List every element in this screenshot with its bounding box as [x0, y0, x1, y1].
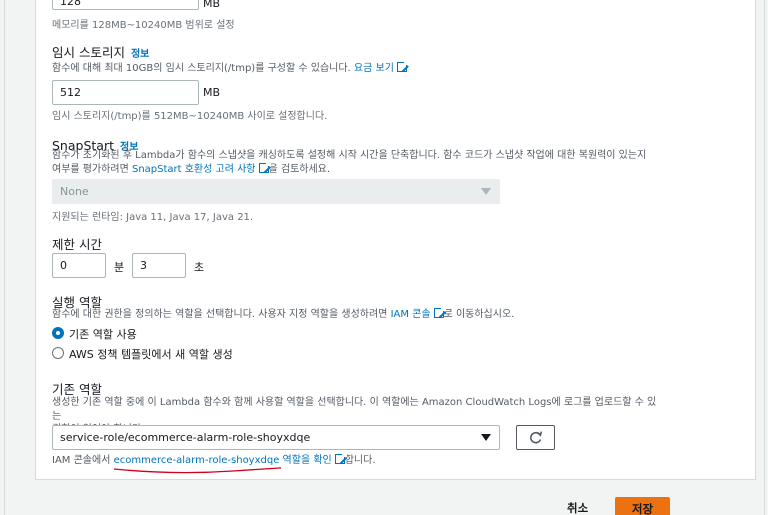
snapstart-hint: 지원되는 런타임: Java 11, Java 17, Java 21.: [52, 212, 254, 223]
cancel-button[interactable]: 취소: [567, 500, 588, 515]
memory-value: 128: [60, 0, 81, 8]
memory-input[interactable]: 128: [52, 0, 199, 10]
refresh-icon: [530, 431, 543, 444]
snapstart-desc: 함수가 초기화된 후 Lambda가 함수의 스냅샷을 캐싱하도록 설정해 시작…: [52, 149, 652, 176]
radio-existing-role[interactable]: [52, 327, 64, 339]
pricing-link[interactable]: 요금 보기: [353, 60, 409, 74]
snapstart-compat-link[interactable]: SnapStart 호환성 고려 사항: [131, 160, 271, 175]
timeout-minutes-unit: 분: [114, 261, 125, 274]
iam-console-link[interactable]: IAM 콘솔: [390, 306, 446, 320]
chevron-down-icon: [481, 434, 491, 441]
snapstart-select: None: [52, 179, 500, 204]
ephemeral-unit: MB: [203, 86, 221, 99]
existing-role-desc-line1: 생성한 기존 역할 중에 이 Lambda 함수와 함께 사용할 역할을 선택합…: [52, 397, 657, 422]
ephemeral-storage-input[interactable]: 512: [52, 80, 199, 105]
external-link-icon: [334, 452, 347, 464]
red-annotation-underline: [113, 467, 281, 474]
exec-role-desc: 함수에 대한 권한을 정의하는 역할을 선택합니다. 사용자 지정 역할을 생성…: [52, 306, 515, 322]
snapstart-compat-link-label: SnapStart 호환성 고려 사항: [131, 163, 256, 175]
ephemeral-storage-header: 임시 스토리지 정보: [52, 42, 149, 61]
ephemeral-desc-text: 함수에 대해 최대 10GB의 임시 스토리지(/tmp)를 구성할 수 있습니…: [52, 63, 351, 74]
view-role-link[interactable]: ecommerce-alarm-role-shoyxdqe 역할을 확인: [113, 452, 347, 466]
timeout-seconds-unit: 초: [194, 261, 205, 274]
snapstart-desc-suffix: 을 검토하세요.: [268, 163, 331, 175]
timeout-label: 제한 시간: [52, 237, 102, 252]
timeout-seconds-value: 3: [140, 259, 147, 272]
ephemeral-storage-label: 임시 스토리지: [52, 45, 125, 60]
timeout-seconds-input[interactable]: 3: [132, 253, 186, 278]
view-role-link-label: ecommerce-alarm-role-shoyxdqe 역할을 확인: [113, 455, 332, 466]
save-button[interactable]: 저장: [615, 497, 670, 515]
external-link-icon: [433, 306, 446, 318]
snapstart-desc-prefix: 여부를 평가하려면: [52, 163, 129, 175]
snapstart-selected: None: [60, 185, 89, 198]
chevron-down-icon: [481, 188, 491, 195]
external-link-icon: [396, 60, 409, 72]
existing-role-footer-suffix: 합니다.: [344, 455, 376, 466]
memory-hint: 메모리를 128MB~10240MB 범위로 설정: [52, 20, 235, 31]
existing-role-select[interactable]: service-role/ecommerce-alarm-role-shoyxd…: [52, 425, 500, 450]
snapstart-desc-line1: 함수가 초기화된 후 Lambda가 함수의 스냅샷을 캐싱하도록 설정해 시작…: [52, 150, 647, 161]
ephemeral-hint: 임시 스토리지(/tmp)를 512MB~10240MB 사이로 설정합니다.: [52, 111, 328, 122]
snapstart-desc-line2: 여부를 평가하려면 SnapStart 호환성 고려 사항 을 검토하세요.: [52, 160, 652, 177]
timeout-minutes-value: 0: [60, 259, 67, 272]
external-link-icon: [258, 160, 271, 173]
memory-unit: MB: [203, 0, 221, 10]
exec-role-desc-suffix: 로 이동하십시오.: [443, 309, 515, 320]
exec-role-desc-prefix: 함수에 대한 권한을 정의하는 역할을 선택합니다. 사용자 지정 역할을 생성…: [52, 309, 388, 320]
timeout-minutes-input[interactable]: 0: [52, 253, 106, 278]
existing-role-selected: service-role/ecommerce-alarm-role-shoyxd…: [60, 431, 311, 444]
existing-role-footer-prefix: IAM 콘솔에서: [52, 455, 111, 466]
ephemeral-storage-desc: 함수에 대해 최대 10GB의 임시 스토리지(/tmp)를 구성할 수 있습니…: [52, 60, 409, 76]
radio-existing-role-label[interactable]: 기존 역할 사용: [69, 326, 137, 342]
radio-template-role[interactable]: [52, 347, 64, 359]
ephemeral-info-link[interactable]: 정보: [131, 49, 149, 60]
radio-template-role-label[interactable]: AWS 정책 템플릿에서 새 역할 생성: [69, 346, 233, 362]
iam-console-link-label: IAM 콘솔: [390, 309, 431, 320]
pricing-link-label: 요금 보기: [353, 63, 394, 74]
refresh-button[interactable]: [516, 425, 555, 450]
ephemeral-value: 512: [60, 86, 81, 99]
